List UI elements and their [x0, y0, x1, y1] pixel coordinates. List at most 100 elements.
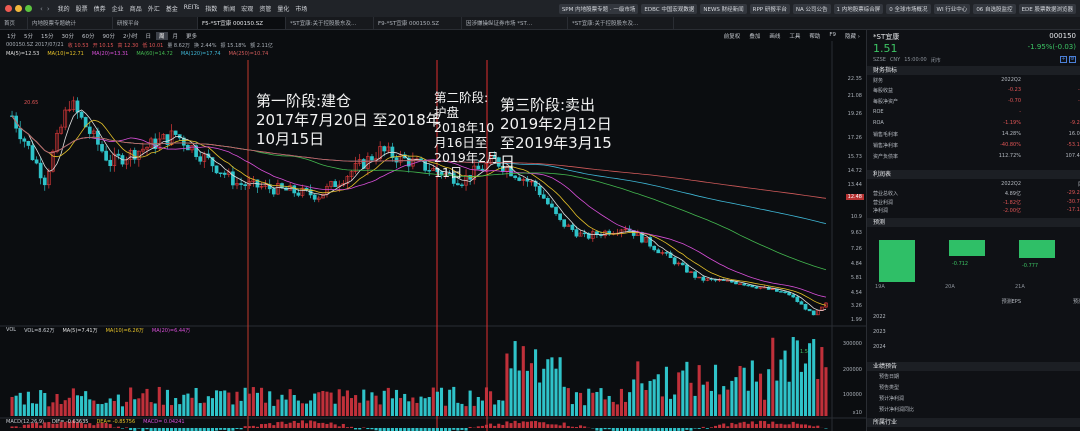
macd-bar: [456, 428, 460, 431]
doc-tab[interactable]: 因涉嫌操纵证券市场 *ST…: [462, 17, 568, 29]
doc-tab[interactable]: 研报平台: [113, 17, 198, 29]
price-tick-label: 4.84: [850, 261, 862, 267]
vol-tick-label: 300000: [842, 341, 862, 347]
doc-tab[interactable]: *ST宜康:关于控股股东及…: [286, 17, 374, 29]
candle-body: [243, 184, 248, 186]
candle-body: [292, 185, 297, 194]
industry-section-header[interactable]: 所属行业: [867, 418, 1080, 427]
volume-bar: [693, 395, 697, 416]
menu-item[interactable]: 宏观: [241, 4, 253, 13]
volume-bar: [718, 394, 722, 416]
menu-item[interactable]: 市场: [295, 4, 307, 13]
finance-row-cell: 每股净资产: [873, 99, 899, 105]
volume-bar: [47, 406, 51, 416]
macd-bar: [799, 424, 803, 428]
candle-body: [312, 194, 317, 200]
finance-row-cell: -1.19%: [1003, 120, 1021, 126]
close-window-button[interactable]: [5, 5, 12, 12]
back-arrow-icon[interactable]: ‹: [40, 5, 43, 13]
quick-tab[interactable]: EDE 股票数据浏览器: [1018, 3, 1076, 14]
maximize-window-button[interactable]: [25, 5, 32, 12]
macd-bar: [542, 422, 546, 428]
doc-tab[interactable]: 内地股票专题统计: [28, 17, 113, 29]
last-price-tag: 12.48: [845, 194, 864, 200]
doc-tab[interactable]: F9-*ST宜康 000150.SZ: [374, 17, 462, 29]
quick-tab[interactable]: NA 公司公告: [792, 3, 831, 14]
volume-bar: [55, 393, 59, 416]
macd-bar: [370, 428, 374, 430]
volume-bar: [750, 360, 754, 416]
menu-item[interactable]: 外汇: [148, 4, 160, 13]
candle-body: [582, 232, 587, 235]
candle-body: [222, 172, 227, 175]
forecast-section-header[interactable]: 预测: [867, 218, 1080, 227]
volume-bar: [476, 396, 480, 416]
perf-row: 预计净利润: [879, 395, 1080, 403]
volume-bar: [595, 391, 599, 416]
quick-tab[interactable]: NEWS 财经新闻: [700, 3, 747, 14]
quick-tab[interactable]: EDBC 中国宏观数据: [641, 3, 698, 14]
menu-item[interactable]: 基金: [166, 4, 178, 13]
macd-bar: [489, 423, 493, 428]
menu-item[interactable]: 指数: [205, 4, 217, 13]
quick-tab[interactable]: 1 内地股票综合屏: [833, 3, 884, 14]
add-watchlist-icon[interactable]: +: [1060, 56, 1067, 63]
settings-icon[interactable]: ⚙: [1069, 56, 1076, 63]
menu-item[interactable]: REITs: [184, 4, 200, 13]
menu-item[interactable]: 企业: [112, 4, 124, 13]
quick-tab[interactable]: 0 全球市场概况: [886, 3, 931, 14]
menu-item[interactable]: 资管: [259, 4, 271, 13]
menu-item[interactable]: 股票: [76, 4, 88, 13]
macd-bar: [742, 421, 746, 428]
doc-tab-active[interactable]: F5-*ST宜康 000150.SZ: [198, 17, 286, 29]
macd-bar: [570, 426, 574, 428]
macd-bar: [697, 428, 701, 429]
candle-body: [652, 245, 657, 251]
menu-item[interactable]: 新闻: [223, 4, 235, 13]
performance-section-header[interactable]: 业绩预告: [867, 362, 1080, 371]
volume-bar: [174, 398, 178, 416]
volume-bar: [80, 396, 84, 416]
macd-bar: [288, 422, 292, 428]
doc-tab-home[interactable]: 首页: [0, 17, 28, 29]
volume-bar: [116, 394, 120, 416]
minimize-window-button[interactable]: [15, 5, 22, 12]
macd-bar: [713, 425, 718, 428]
menu-item[interactable]: 量化: [277, 4, 289, 13]
macd-bar: [235, 428, 239, 429]
volume-bar: [579, 392, 583, 416]
volume-bar: [517, 370, 521, 416]
finance-section-header[interactable]: 财务指标: [867, 66, 1080, 75]
macd-bar: [771, 421, 775, 428]
kline-chart-canvas[interactable]: 20.651.56: [0, 30, 866, 431]
candle-body: [394, 157, 399, 163]
doc-tab[interactable]: *ST宜康:关于控股股东及…: [568, 17, 674, 29]
eps-header-row: 预测EPS 预测: [873, 298, 1080, 306]
income-section-header[interactable]: 利润表: [867, 170, 1080, 179]
macd-bar: [546, 424, 550, 428]
volume-bar: [300, 403, 304, 416]
volume-bar: [468, 390, 472, 416]
menu-item[interactable]: 债券: [94, 4, 106, 13]
macd-bar: [215, 428, 219, 431]
volume-bar: [223, 390, 227, 416]
quick-tab[interactable]: WI 行业中心: [933, 3, 971, 14]
candle-body: [333, 181, 337, 188]
macd-bar: [701, 426, 705, 428]
quick-tab[interactable]: RPP 研报平台: [749, 3, 790, 14]
volume-bar: [644, 390, 648, 416]
volume-bar: [619, 388, 623, 416]
quick-tab[interactable]: 06 自选股监控: [973, 3, 1016, 14]
candle-body: [779, 291, 783, 293]
macd-bar: [268, 423, 272, 428]
volume-bar: [660, 396, 664, 416]
volume-bar: [276, 399, 280, 416]
menu-item[interactable]: 我的: [58, 4, 70, 13]
quick-tab[interactable]: SPM 内地股票专题 · 一级市场: [558, 3, 639, 14]
volume-bar: [607, 395, 611, 416]
perf-label: 预计净利润同比: [879, 407, 915, 413]
macd-bar: [574, 426, 579, 428]
forward-arrow-icon[interactable]: ›: [47, 5, 50, 13]
macd-bar: [317, 423, 321, 428]
menu-item[interactable]: 商品: [130, 4, 142, 13]
